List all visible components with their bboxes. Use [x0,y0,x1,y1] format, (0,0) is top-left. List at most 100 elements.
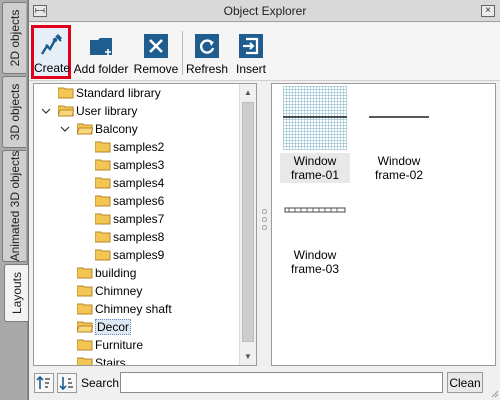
folder-tree[interactable]: Standard library User library Balcony sa… [33,83,257,366]
tree-item-samples4[interactable]: samples4 [95,174,164,192]
tree-item-balcony[interactable]: Balcony [77,120,138,138]
tree-item-label: Furniture [95,338,144,352]
tree-item-samples2[interactable]: samples2 [95,138,164,156]
tree-item-standard-library[interactable]: Standard library [58,84,161,102]
tree-item-label: samples7 [113,212,165,226]
tree-item-label: Chimney [95,284,143,298]
tab-layouts[interactable]: Layouts [4,264,28,322]
folder-icon [77,339,93,351]
tree-item-label: samples9 [113,248,165,262]
remove-icon [144,34,168,58]
splitter-grip [262,225,267,230]
folder-icon [77,285,93,297]
window-title: Object Explorer [223,4,307,18]
title-bar: ⊢⊣ Object Explorer × [29,0,500,22]
clean-button[interactable]: Clean [447,372,483,393]
tree-item-samples6[interactable]: samples6 [95,192,164,210]
tab-2d-objects[interactable]: 2D objects [2,2,26,74]
preview-pane: Window frame-01 Window frame-02 Window f… [271,83,496,366]
tree-item-user-library[interactable]: User library [58,102,137,120]
tree-item-label: Chimney shaft [95,302,172,316]
folder-icon [95,141,111,153]
window-frame-thumbnail [283,86,347,150]
tree-item-building[interactable]: building [77,264,136,282]
side-tab-strip: 2D objects 3D objects Animated 3D object… [0,0,28,400]
tree-item-label: User library [76,104,138,118]
resize-grip-icon[interactable] [489,388,499,398]
tree-item-label: samples3 [113,158,165,172]
folder-icon [95,249,111,261]
insert-icon [239,34,263,58]
preview-item-window-frame-02[interactable]: Window frame-02 [364,86,434,183]
remove-button[interactable]: Remove [133,27,179,79]
tree-item-samples7[interactable]: samples7 [95,210,164,228]
tab-2d-objects-label: 2D objects [7,9,22,67]
create-button[interactable]: Create [31,25,71,79]
folder-open-icon [58,105,74,117]
window-frame-thumbnail [369,116,429,118]
refresh-icon [195,34,219,58]
chevron-down-icon[interactable] [60,124,70,134]
splitter-grip [262,209,267,214]
refresh-label: Refresh [185,62,229,76]
tab-animated-3d-objects[interactable]: Animated 3D objects [2,150,26,262]
tree-item-samples3[interactable]: samples3 [95,156,164,174]
folder-open-icon [77,321,93,333]
tree-item-label: samples8 [113,230,165,244]
search-label: Search: [81,376,123,390]
folder-icon [77,267,93,279]
add-folder-icon [90,38,112,55]
tree-item-decor[interactable]: Decor [77,318,132,336]
create-button-label: Create [34,61,71,75]
tree-item-furniture[interactable]: Furniture [77,336,143,354]
tab-layouts-label: Layouts [9,271,24,315]
remove-label: Remove [133,62,179,76]
folder-icon [95,231,111,243]
tree-item-label: samples4 [113,176,165,190]
tree-item-label: Decor [95,319,132,335]
search-input[interactable] [120,372,443,393]
toolbar: Create Add folder Remove Refresh Insert [29,23,500,81]
sort-ascending-button[interactable] [34,373,54,393]
preview-item-label: Window frame-02 [374,154,424,182]
window-frame-thumbnail [284,207,346,213]
folder-icon [95,213,111,225]
object-explorer-panel: ⊢⊣ Object Explorer × Create Add folder R… [28,0,500,400]
tree-item-label: Balcony [95,122,138,136]
folder-icon [95,159,111,171]
preview-item-window-frame-03[interactable]: Window frame-03 [280,180,350,277]
tree-item-label: building [95,266,137,280]
add-folder-label: Add folder [73,62,129,76]
tree-item-chimney-shaft[interactable]: Chimney shaft [77,300,172,318]
tree-item-label: samples6 [113,194,165,208]
scroll-thumb[interactable] [242,102,254,342]
preview-item-label: Window frame-03 [290,248,340,276]
scroll-up-icon[interactable]: ▲ [240,84,256,101]
pane-splitter[interactable] [261,83,269,366]
preview-item-label: Window frame-01 [280,153,350,183]
tree-item-label: Standard library [76,86,161,100]
tab-3d-objects-label: 3D objects [7,83,22,141]
folder-icon [77,303,93,315]
tree-item-stairs[interactable]: Stairs [77,354,126,366]
add-folder-button[interactable]: Add folder [73,27,129,79]
search-bar: Search: Clean [29,368,500,400]
tree-item-label: Stairs [95,356,126,366]
folder-open-icon [77,123,93,135]
preview-item-window-frame-01[interactable]: Window frame-01 [280,86,350,183]
folder-icon [95,195,111,207]
tree-item-samples9[interactable]: samples9 [95,246,164,264]
sort-descending-button[interactable] [57,373,77,393]
insert-button[interactable]: Insert [233,27,269,79]
tree-scrollbar[interactable]: ▲ ▼ [239,84,256,365]
refresh-button[interactable]: Refresh [185,27,229,79]
close-icon[interactable]: × [481,5,495,17]
sort-ascending-icon [36,375,50,389]
tree-item-samples8[interactable]: samples8 [95,228,164,246]
folder-icon [77,357,93,365]
scroll-down-icon[interactable]: ▼ [240,348,256,365]
tree-item-chimney[interactable]: Chimney [77,282,142,300]
chevron-down-icon[interactable] [41,106,51,116]
tab-3d-objects[interactable]: 3D objects [2,76,26,148]
tree-item-label: samples2 [113,140,165,154]
